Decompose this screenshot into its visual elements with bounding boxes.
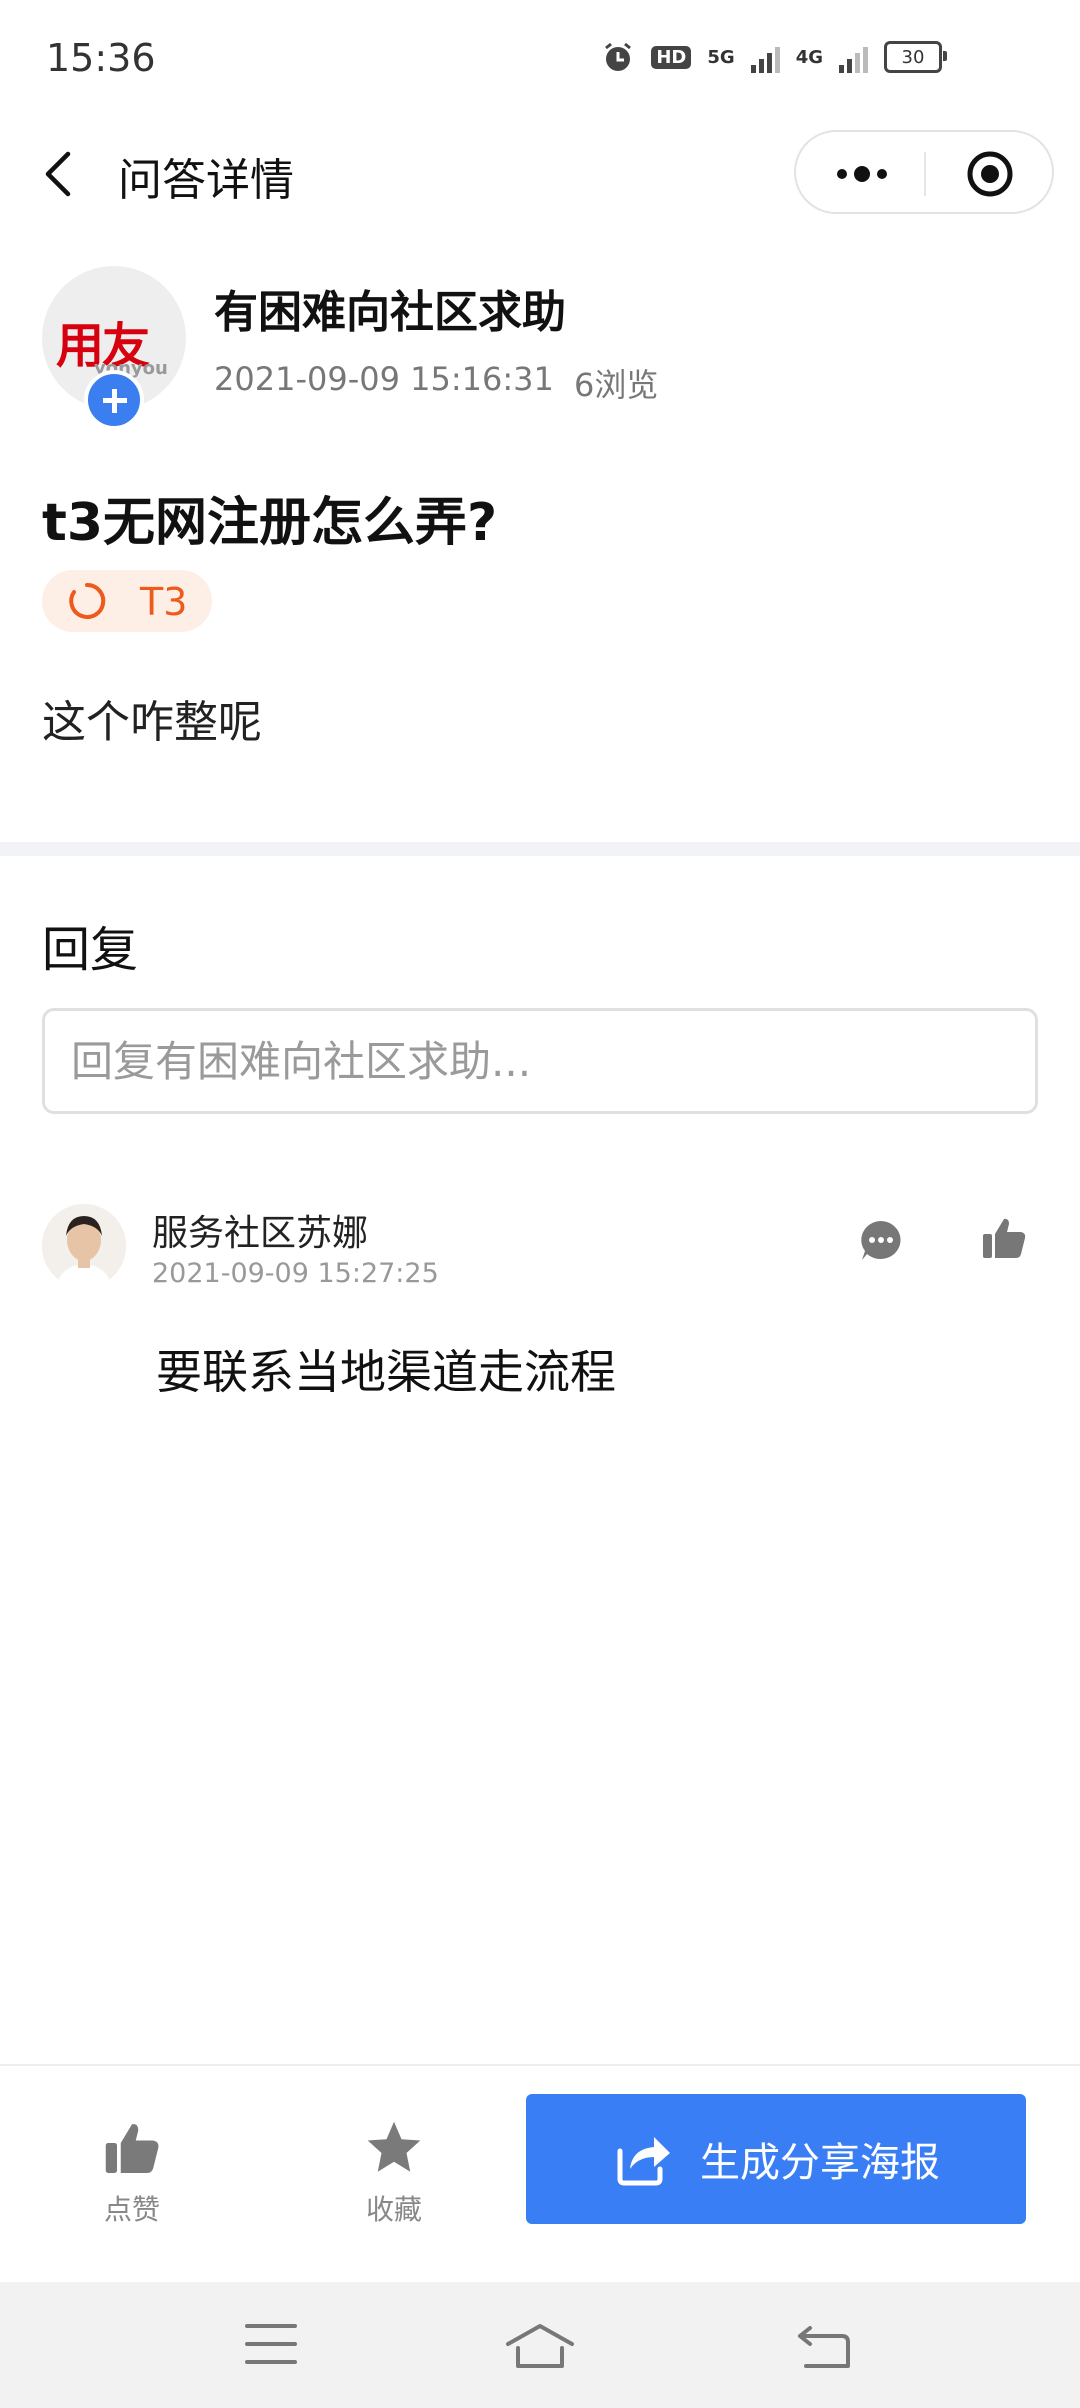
like-label: 点赞 [103,2193,160,2226]
reply-heading: 回复 [42,922,139,978]
share-icon [617,2137,670,2186]
favorite-label: 收藏 [365,2193,422,2226]
back-arrow-icon[interactable] [40,150,80,198]
signal-4g-icon [839,41,868,73]
tag-loading-icon [69,582,106,619]
favorite-button[interactable]: 收藏 [324,2118,464,2228]
question-title: t3无网注册怎么弄? [42,493,498,553]
miniprogram-capsule [794,130,1054,214]
person-photo-icon [42,1204,126,1288]
author-name[interactable]: 有困难向社区求助 [214,276,566,340]
battery-icon: 30 [884,41,947,73]
generate-poster-button[interactable]: 生成分享海报 [526,2094,1026,2224]
net-4g-label: 4G [795,46,823,68]
post-time: 2021-09-09 15:16:31 [214,360,554,398]
comment-icon[interactable] [858,1218,904,1264]
home-icon[interactable] [504,2322,576,2370]
question-body: 这个咋整呢 [42,697,262,748]
capsule-divider [924,152,926,196]
star-icon [367,2121,421,2172]
commenter-avatar[interactable] [42,1204,126,1288]
section-divider [0,842,1080,856]
menu-icon[interactable] [244,2322,298,2366]
close-miniprogram-icon[interactable] [966,150,1014,198]
alarm-icon [605,42,632,71]
status-time: 15:36 [46,36,156,80]
thumb-up-icon[interactable] [980,1214,1028,1262]
reply-input[interactable] [42,1008,1038,1114]
share-label: 生成分享海报 [700,2140,940,2186]
thumb-up-icon [105,2124,159,2173]
hd-icon: HD [651,45,692,69]
status-icons: HD 5G 4G 30 [601,40,947,74]
back-nav-icon[interactable] [796,2322,852,2370]
tag-label: T3 [140,580,188,624]
signal-5g-icon [750,41,780,73]
page-title: 问答详情 [118,155,294,206]
view-count: 6浏览 [574,366,659,404]
comment-text: 要联系当地渠道走流程 [156,1345,616,1399]
like-button[interactable]: 点赞 [62,2118,202,2228]
product-tag[interactable]: T3 [42,570,212,632]
net-5g-label: 5G [707,46,735,68]
follow-plus-button[interactable] [84,370,144,430]
system-nav-bar [0,2282,1080,2408]
comment-time: 2021-09-09 15:27:25 [152,1258,439,1289]
commenter-name[interactable]: 服务社区苏娜 [152,1204,368,1256]
more-options-icon[interactable] [832,162,892,186]
